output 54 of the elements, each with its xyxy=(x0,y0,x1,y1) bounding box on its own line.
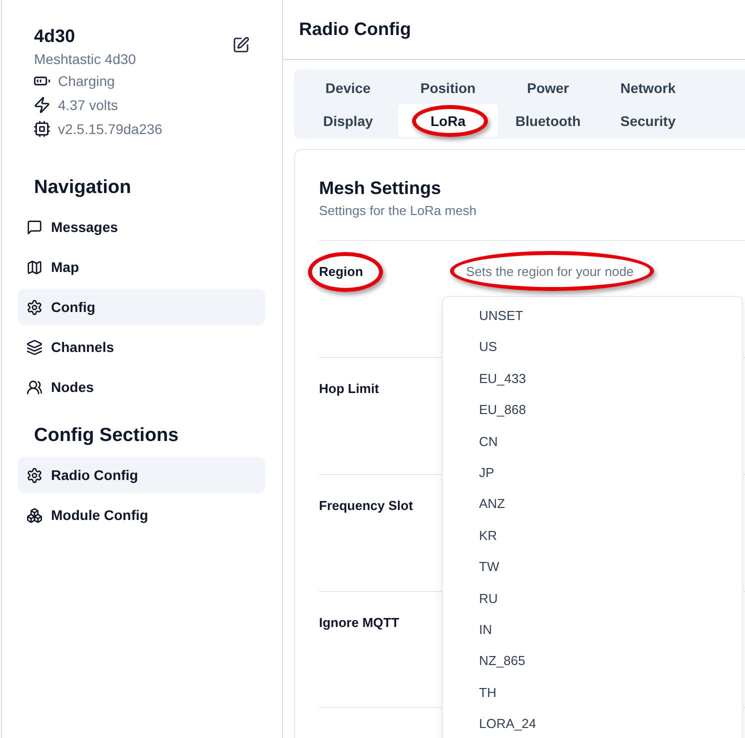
dropdown-option[interactable]: KR xyxy=(479,526,498,545)
dropdown-option[interactable]: JP xyxy=(479,464,494,482)
field-label: Ignore MQTT xyxy=(319,615,400,630)
tab[interactable]: Security xyxy=(598,104,698,137)
nav-item[interactable]: Map xyxy=(18,249,265,285)
field-label: Frequency Slot xyxy=(319,498,413,513)
settings-icon xyxy=(27,468,42,482)
users-icon xyxy=(27,380,42,394)
tab[interactable]: LoRa xyxy=(398,104,498,137)
device-status-text: Charging xyxy=(58,73,115,89)
device-status-text: v2.5.15.79da236 xyxy=(58,121,162,137)
dropdown-option[interactable]: RU xyxy=(479,590,498,608)
tab[interactable]: Device xyxy=(298,72,398,104)
dropdown-option[interactable]: LORA_24 xyxy=(479,715,536,734)
chip-icon xyxy=(34,121,50,137)
settings-icon xyxy=(27,300,42,314)
nav-item[interactable]: Nodes xyxy=(18,369,265,405)
tab[interactable]: Network xyxy=(598,72,698,104)
dropdown-option[interactable]: IN xyxy=(479,620,492,639)
layers-icon xyxy=(27,340,42,354)
dropdown-option[interactable]: EU_868 xyxy=(479,401,526,420)
device-status-text: 4.37 volts xyxy=(58,97,118,113)
dropdown-option[interactable]: NZ_865 xyxy=(479,652,526,670)
nav-item[interactable]: Messages xyxy=(18,209,265,245)
dropdown-option[interactable]: CN xyxy=(479,432,498,451)
map-icon xyxy=(27,260,42,274)
dropdown-option[interactable]: ANZ xyxy=(479,495,505,514)
field-label: Hop Limit xyxy=(319,381,379,396)
section-heading: Navigation xyxy=(34,176,132,200)
card-title: Mesh Settings xyxy=(319,177,442,200)
card-subtitle: Settings for the LoRa mesh xyxy=(319,202,478,220)
nav-item[interactable]: Radio Config xyxy=(18,457,265,493)
tab[interactable]: Power xyxy=(498,72,598,104)
field-label: Region xyxy=(319,264,364,279)
nav-item[interactable]: Channels xyxy=(18,329,265,365)
section-heading: Config Sections xyxy=(34,424,180,448)
dropdown-option[interactable]: TW xyxy=(479,558,500,576)
nav-item[interactable]: Config xyxy=(18,289,265,325)
edit-icon[interactable] xyxy=(233,37,249,53)
cubes-icon xyxy=(27,508,42,522)
dropdown-option[interactable]: UNSET xyxy=(479,307,524,325)
dropdown-option[interactable]: EU_433 xyxy=(479,370,526,388)
field-description: Sets the region for your node xyxy=(466,264,634,279)
dropdown-option[interactable]: TH xyxy=(479,684,496,702)
device-model: Meshtastic 4d30 xyxy=(34,50,136,69)
device-name: 4d30 xyxy=(34,25,76,48)
lightning-icon xyxy=(34,97,50,113)
page-title: Radio Config xyxy=(299,19,411,40)
chat-bubble-icon xyxy=(27,220,42,234)
tab[interactable]: Position xyxy=(398,72,498,104)
tab[interactable]: Display xyxy=(298,104,398,137)
tab[interactable]: Bluetooth xyxy=(498,104,598,137)
nav-item[interactable]: Module Config xyxy=(18,497,265,533)
dropdown-option[interactable]: US xyxy=(479,338,498,356)
